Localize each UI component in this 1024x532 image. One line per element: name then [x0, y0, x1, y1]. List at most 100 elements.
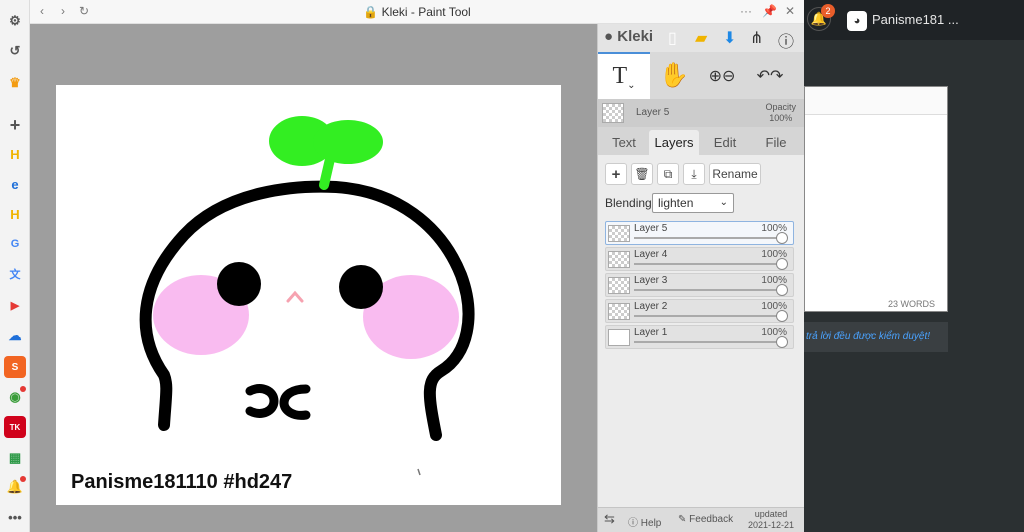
- layer-row-4[interactable]: Layer 4 100%: [605, 247, 794, 271]
- help-link[interactable]: ⓘ Help: [628, 514, 661, 529]
- avatar[interactable]: ◕: [847, 11, 867, 31]
- text-tool-button[interactable]: T ⌄: [598, 52, 650, 99]
- layer-thumbnail: [608, 225, 630, 242]
- more-icon[interactable]: •••: [4, 506, 26, 528]
- kleki-logo-icon: ●: [604, 28, 614, 45]
- delete-layer-button[interactable]: 🗑: [631, 163, 653, 185]
- cloud-icon[interactable]: ☁: [4, 325, 26, 347]
- left-eye: [217, 262, 261, 306]
- browser-sidebar: ⚙ ↺ ♛ + H e H G 文 ▶ ☁ S ◉ TK ▦ 🔔 •••: [0, 0, 30, 532]
- sprout-right-leaf: [313, 120, 383, 164]
- layer-thumbnail: [608, 277, 630, 294]
- share-icon[interactable]: ⋔: [750, 28, 763, 48]
- bell-icon[interactable]: 🔔: [4, 476, 26, 498]
- youtube-icon[interactable]: ▶: [4, 294, 26, 316]
- right-eye: [339, 265, 383, 309]
- page-header: 🔔 2 ◕ Panisme181 ...: [804, 0, 1024, 40]
- tab-layers[interactable]: Layers: [649, 130, 699, 155]
- feedback-link[interactable]: ✎ Feedback: [678, 514, 733, 525]
- app-e-icon[interactable]: e: [4, 173, 26, 195]
- opacity-slider-track[interactable]: [634, 263, 781, 265]
- kleki-panel: ● Kleki ▯ ▰ ⬇ ⋔ ⓘ T ⌄ ✋ ⊕⊖ ↶↷ Layer 5 Opa…: [597, 24, 804, 532]
- drawing: [139, 116, 475, 476]
- notification-dot: [20, 476, 26, 482]
- app-h2-icon[interactable]: H: [4, 203, 26, 225]
- opacity-readout: Opacity 100%: [765, 102, 796, 123]
- add-layer-button[interactable]: +: [605, 163, 627, 185]
- merge-layer-button[interactable]: ⤓: [683, 163, 705, 185]
- layer-row-2[interactable]: Layer 2 100%: [605, 299, 794, 323]
- help-icon[interactable]: ⓘ: [778, 28, 794, 52]
- background-page: 🔔 2 ◕ Panisme181 ... 23 WORDS trả lời đề…: [804, 0, 1024, 532]
- canvas-caption: Panisme181110 #hd247: [71, 471, 293, 493]
- download-icon[interactable]: ⬇: [723, 28, 736, 48]
- more-options-icon[interactable]: ···: [740, 4, 752, 18]
- layer-thumbnail: [608, 251, 630, 268]
- zoom-buttons[interactable]: ⊕⊖: [702, 52, 742, 99]
- updated-info[interactable]: updated 2021-12-21: [748, 509, 794, 531]
- chrome-icon[interactable]: ◉: [4, 386, 26, 408]
- opacity-slider-track[interactable]: [634, 315, 781, 317]
- window-title: 🔒 Kleki - Paint Tool: [363, 5, 471, 19]
- google-icon[interactable]: G: [4, 233, 26, 255]
- close-icon[interactable]: ✕: [785, 4, 795, 18]
- tab-text[interactable]: Text: [602, 130, 646, 155]
- current-layer-thumbnail: [602, 103, 624, 123]
- tab-edit[interactable]: Edit: [704, 130, 746, 155]
- new-file-icon[interactable]: ▯: [668, 28, 677, 48]
- duplicate-layer-button[interactable]: ⧉: [657, 163, 679, 185]
- answer-editor[interactable]: 23 WORDS: [804, 86, 948, 312]
- help-circle-icon: ⓘ: [628, 518, 638, 529]
- panel-tabs: Text Layers Edit File: [598, 127, 804, 155]
- rename-layer-button[interactable]: Rename: [709, 163, 761, 185]
- sheets-icon[interactable]: ▦: [4, 447, 26, 469]
- drawing-canvas[interactable]: Panisme181110 #hd247: [56, 85, 561, 505]
- opacity-slider-knob[interactable]: [776, 310, 788, 322]
- sprout-stem: [319, 154, 335, 190]
- current-layer-header: Layer 5 Opacity 100%: [598, 99, 804, 127]
- user-name[interactable]: Panisme181 ...: [872, 12, 959, 27]
- canvas-stage[interactable]: Panisme181110 #hd247: [30, 24, 597, 532]
- panel-bottom-bar: ⇆ ⓘ Help ✎ Feedback updated 2021-12-21: [598, 507, 804, 532]
- add-icon[interactable]: +: [4, 114, 26, 136]
- feedback-icon: ✎: [678, 514, 687, 525]
- crown-icon[interactable]: ♛: [4, 72, 26, 94]
- layer-row-5[interactable]: Layer 5 100%: [605, 221, 794, 245]
- swap-icon[interactable]: ⇆: [604, 511, 615, 527]
- stray-mark: [417, 468, 421, 476]
- layer-row-3[interactable]: Layer 3 100%: [605, 273, 794, 297]
- opacity-slider-track[interactable]: [634, 289, 781, 291]
- opacity-slider-knob[interactable]: [776, 258, 788, 270]
- tiki-icon[interactable]: TK: [4, 416, 26, 438]
- translate-icon[interactable]: 文: [4, 263, 26, 285]
- opacity-slider-knob[interactable]: [776, 336, 788, 348]
- mouth-left: [245, 384, 279, 418]
- hand-tool-button[interactable]: ✋: [654, 52, 694, 99]
- blending-label: Blending: [605, 196, 652, 210]
- pin-icon[interactable]: 📌: [762, 4, 777, 18]
- chevron-down-icon: ⌄: [719, 197, 728, 208]
- nose: [286, 290, 304, 303]
- moderation-notice: trả lời đều được kiểm duyệt!: [804, 322, 948, 352]
- shopee-icon[interactable]: S: [4, 356, 26, 378]
- panel-topbar: ● Kleki ▯ ▰ ⬇ ⋔ ⓘ: [598, 24, 804, 52]
- opacity-slider-knob[interactable]: [776, 284, 788, 296]
- chevron-down-icon: ⌄: [627, 80, 636, 91]
- layer-row-1[interactable]: Layer 1 100%: [605, 325, 794, 349]
- app-h-icon[interactable]: H: [4, 143, 26, 165]
- window-titlebar: ‹ › ↻ 🔒 Kleki - Paint Tool ··· 📌 ✕: [30, 0, 804, 24]
- opacity-slider-knob[interactable]: [776, 232, 788, 244]
- tab-file[interactable]: File: [754, 130, 798, 155]
- open-folder-icon[interactable]: ▰: [695, 28, 707, 48]
- layer-thumbnail: [608, 329, 630, 346]
- settings-icon[interactable]: ⚙: [4, 10, 26, 32]
- layer-thumbnail: [608, 303, 630, 320]
- opacity-slider-track[interactable]: [634, 341, 781, 343]
- editor-toolbar: [805, 87, 947, 115]
- blending-select[interactable]: lighten ⌄: [652, 193, 734, 213]
- history-icon[interactable]: ↺: [4, 40, 26, 62]
- opacity-slider-track[interactable]: [634, 237, 781, 239]
- kleki-logo: ● Kleki: [604, 28, 654, 45]
- undo-redo-buttons[interactable]: ↶↷: [750, 52, 790, 99]
- duplicate-icon: ⧉: [663, 166, 673, 181]
